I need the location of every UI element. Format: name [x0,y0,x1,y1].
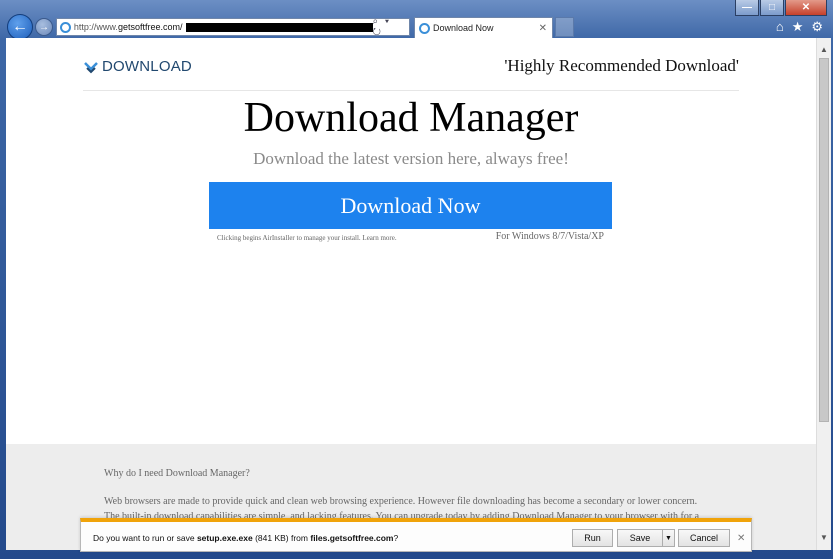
settings-gear-icon[interactable]: ⚙ [811,19,823,35]
scroll-thumb[interactable] [819,58,829,422]
download-now-button[interactable]: Download Now [209,182,612,229]
new-tab-button[interactable] [555,17,574,37]
scroll-up-arrow-icon[interactable]: ▲ [817,42,831,56]
page-title: Download Manager [243,95,579,141]
window-caption-buttons: — □ ✕ [734,0,827,16]
faq-question: Why do I need Download Manager? [104,468,250,479]
minimize-button[interactable]: — [735,0,759,16]
download-filename: setup.exe.exe [196,533,253,543]
tab-download-now[interactable]: Download Now ✕ [414,17,553,38]
scroll-down-arrow-icon[interactable]: ▼ [817,530,831,544]
os-compatibility: For Windows 8/7/Vista/XP [495,231,604,242]
address-tools-icons[interactable]: ⌕ ▾ ↻ [373,16,406,38]
tab-title: Download Now [433,23,494,33]
ie-tab-icon [419,22,430,34]
save-button[interactable]: Save [617,529,663,547]
redacted-url-block [186,22,373,32]
maximize-button[interactable]: □ [760,0,784,16]
logo-text: DOWNLOAD [102,58,192,75]
page-subtitle: Download the latest version here, always… [253,149,569,168]
site-header: DOWNLOAD 'Highly Recommended Download' [83,50,739,91]
notification-close-icon[interactable]: ✕ [737,533,745,544]
save-options-dropdown-icon[interactable]: ▼ [662,529,675,547]
cancel-button[interactable]: Cancel [678,529,730,547]
address-bar[interactable]: http://www.getsoftfree.com/ ⌕ ▾ ↻ [56,16,410,38]
run-button[interactable]: Run [572,529,613,547]
tab-close-icon[interactable]: ✕ [539,23,547,34]
address-url: http://www.getsoftfree.com/ [73,22,183,32]
download-notification-bar: Do you want to run or save setup.exe.exe… [80,518,752,552]
page-viewport: DOWNLOAD 'Highly Recommended Download' D… [6,38,816,550]
site-logo[interactable]: DOWNLOAD [83,58,192,75]
vertical-scrollbar[interactable]: ▲ ▼ [816,38,831,550]
back-arrow-icon[interactable]: ← [7,14,33,40]
download-prompt: Do you want to run or save setup.exe.exe… [93,533,399,543]
close-window-button[interactable]: ✕ [785,0,827,16]
favorites-star-icon[interactable]: ★ [792,19,804,35]
forward-arrow-icon[interactable]: → [35,18,53,36]
toolbar-right-icons: ⌂ ★ ⚙ [776,19,823,35]
download-chevron-icon [84,61,98,73]
tagline: 'Highly Recommended Download' [504,56,739,75]
ie-page-icon [60,21,71,33]
download-source: files.getsoftfree.com [310,533,394,543]
install-note: Clicking begins AirInstaller to manage y… [217,234,397,242]
home-icon[interactable]: ⌂ [776,19,784,35]
